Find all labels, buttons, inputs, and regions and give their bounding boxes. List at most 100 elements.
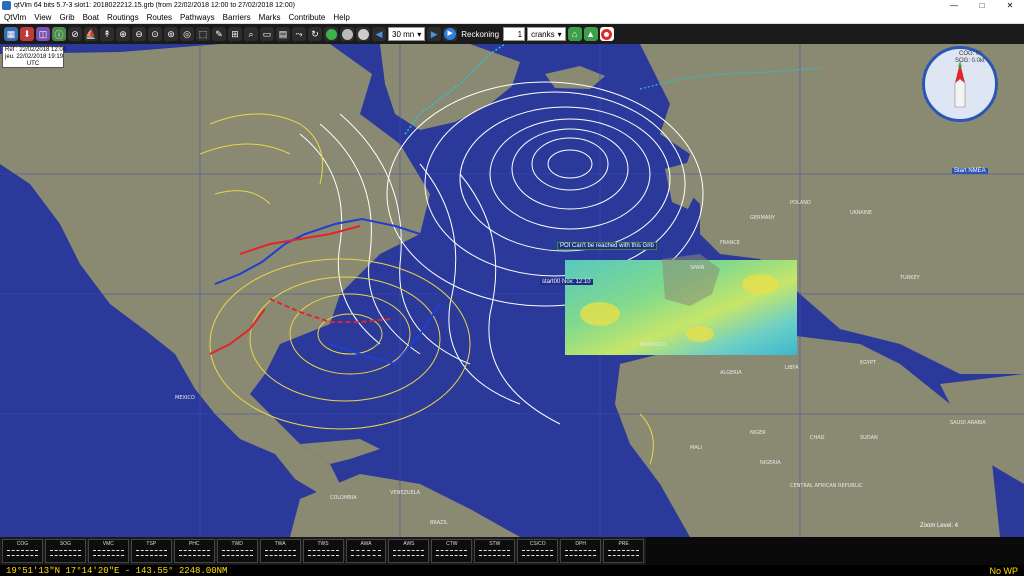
label-ukraine: UKRAINE	[850, 210, 872, 216]
instrument-ctw[interactable]: CTW	[431, 539, 473, 563]
instrument-twa[interactable]: TWA	[259, 539, 301, 563]
step-back-icon[interactable]: ◀	[372, 27, 386, 41]
label-poland: POLAND	[790, 200, 811, 206]
label-libya: LIBYA	[785, 365, 799, 371]
boat-settings-icon[interactable]: ▲	[583, 27, 598, 41]
open-grib-icon[interactable]: ▦	[4, 27, 18, 41]
color-globe-icon[interactable]	[324, 27, 338, 41]
chevron-down-icon: ▾	[557, 29, 562, 39]
grey-globe-icon[interactable]	[340, 27, 354, 41]
maximize-button[interactable]: □	[968, 0, 996, 11]
barometer-icon[interactable]: ⊘	[68, 27, 82, 41]
instrument-phc[interactable]: PHC	[173, 539, 215, 563]
close-button[interactable]: ✕	[996, 0, 1024, 11]
cycle-icon[interactable]: ↻	[308, 27, 322, 41]
instrument-value	[264, 550, 296, 556]
grib-download-icon[interactable]: ⬇	[20, 27, 34, 41]
menu-barriers[interactable]: Barriers	[219, 13, 255, 22]
menu-qtvlm[interactable]: QtVlm	[0, 13, 30, 22]
instrument-pre[interactable]: PRE	[603, 539, 645, 563]
window-controls: — □ ✕	[940, 0, 1024, 11]
zoom-all-icon[interactable]: ◎	[180, 27, 194, 41]
boat-icon[interactable]: ⛵	[84, 27, 98, 41]
compass-needle-icon	[954, 61, 966, 108]
routing-icon[interactable]: ⤳	[292, 27, 306, 41]
menu-routes[interactable]: Routes	[143, 13, 176, 22]
instrument-vmc[interactable]: VMC	[87, 539, 129, 563]
boat-select[interactable]: cranks ▾	[527, 27, 566, 41]
menu-pathways[interactable]: Pathways	[176, 13, 219, 22]
instrument-tws[interactable]: TWS	[302, 539, 344, 563]
grib-center-icon[interactable]	[356, 27, 370, 41]
zoom-level-label: Zoom Level: 4	[920, 523, 959, 529]
zoom-area-icon[interactable]: ⊙	[148, 27, 162, 41]
instrument-label: VMC	[102, 541, 114, 547]
route-start-label[interactable]: start00 Nov. 12:10	[540, 279, 593, 285]
label-brazil: BRAZIL	[430, 520, 448, 526]
label-niger: NIGER	[750, 430, 766, 436]
menu-contribute[interactable]: Contribute	[284, 13, 329, 22]
zoom-in-icon[interactable]: ⊕	[116, 27, 130, 41]
instrument-label: TWS	[317, 541, 329, 547]
label-mexico: MEXICO	[175, 395, 195, 401]
instrument-aws[interactable]: AWS	[388, 539, 430, 563]
zoom-boat-icon[interactable]: ⊚	[164, 27, 178, 41]
minimize-button[interactable]: —	[940, 0, 968, 11]
instrument-csco[interactable]: CS/CO	[517, 539, 559, 563]
iceland-land	[545, 66, 605, 89]
time-step-select[interactable]: 30 mn ▾	[388, 27, 426, 41]
instrument-label: CTW	[446, 541, 458, 547]
label-central-african-republic: CENTRAL AFRICAN REPUBLIC	[790, 483, 863, 489]
app-icon	[2, 1, 11, 10]
grib-info-icon[interactable]: ⓘ	[52, 27, 66, 41]
play-icon[interactable]: ▶	[443, 27, 458, 41]
title-bar: qtVlm 64 bits 5.7-3 slot1: 2018022212.15…	[0, 0, 1024, 11]
instrument-value	[608, 550, 640, 556]
instrument-sog[interactable]: SOG	[44, 539, 86, 563]
label-spain: SPAIN	[690, 265, 705, 271]
grib-error-label: POI Can't be reached with this Grib	[557, 242, 657, 250]
compass-widget[interactable]: COG: 0° SOG: 0.0kt	[922, 46, 998, 122]
label-algeria: ALGERIA	[720, 370, 742, 376]
menu-view[interactable]: View	[30, 13, 55, 22]
instrument-label: TWD	[231, 541, 243, 547]
instrument-value	[307, 550, 339, 556]
instrument-value	[565, 550, 597, 556]
label-morocco: MOROCCO	[640, 342, 667, 348]
instrument-tsp[interactable]: TSP	[130, 539, 172, 563]
label-nigeria: NIGERIA	[760, 460, 781, 466]
menu-marks[interactable]: Marks	[255, 13, 285, 22]
label-venezuela: VENEZUELA	[390, 490, 421, 496]
reckoning-count-spinbox[interactable]: 1	[503, 27, 526, 41]
lifebuoy-icon[interactable]	[599, 27, 614, 41]
instrument-stw[interactable]: STW	[474, 539, 516, 563]
instrument-label: PHC	[188, 541, 200, 547]
search-icon[interactable]: ⌕	[244, 27, 258, 41]
menu-boat[interactable]: Boat	[79, 13, 103, 22]
start-nmea-button[interactable]: Start NMEA	[952, 168, 988, 174]
toolbar: ▦ ⬇ ◫ ⓘ ⊘ ⛵ ↟ ⊕ ⊖ ⊙ ⊚ ◎ ⬚ ✎ ⊞ ⌕ ▭ ▤ ⤳ ↻ …	[0, 24, 1024, 44]
zoom-out-icon[interactable]: ⊖	[132, 27, 146, 41]
menu-routings[interactable]: Routings	[103, 13, 143, 22]
step-forward-icon[interactable]: ▶	[427, 27, 442, 41]
ruler-icon[interactable]: ⊞	[228, 27, 242, 41]
map-canvas[interactable]: ALGERIA LIBYA EGYPT MALI NIGER CHAD SUDA…	[0, 44, 1024, 537]
instrument-value	[135, 550, 167, 556]
pencil-icon[interactable]: ✎	[212, 27, 226, 41]
instrument-value	[7, 550, 38, 556]
save-icon[interactable]: ▭	[260, 27, 274, 41]
menu-help[interactable]: Help	[329, 13, 353, 22]
wind-indicator-icon[interactable]: ↟	[100, 27, 114, 41]
instrument-cog[interactable]: COG	[2, 539, 43, 563]
boat-lock-icon[interactable]: ⌂	[567, 27, 582, 41]
select-area-icon[interactable]: ⬚	[196, 27, 210, 41]
instrument-awa[interactable]: AWA	[345, 539, 387, 563]
instrument-label: SOG	[59, 541, 71, 547]
instrument-twd[interactable]: TWD	[216, 539, 258, 563]
grib-layer-icon[interactable]: ◫	[36, 27, 50, 41]
menu-grib[interactable]: Grib	[55, 13, 78, 22]
instrument-panel: COG SOG VMC TSP PHC TWD TWA TWS AWA AWS …	[0, 537, 646, 565]
time-reference-box: Ref : 22/02/2018 12:00 jeu. 22/02/2018 1…	[2, 46, 66, 68]
instrument-dph[interactable]: DPH	[560, 539, 602, 563]
print-icon[interactable]: ▤	[276, 27, 290, 41]
